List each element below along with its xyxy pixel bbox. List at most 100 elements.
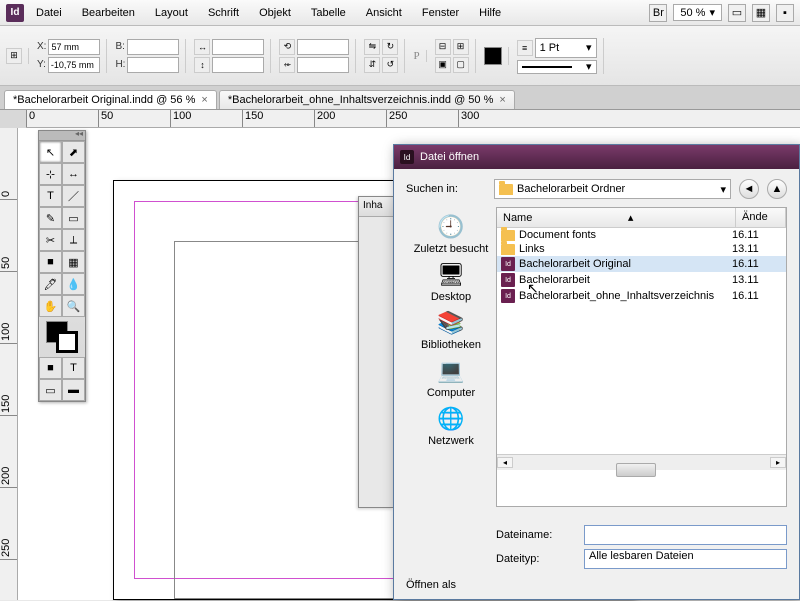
- gradient-swatch-tool[interactable]: ■: [39, 251, 62, 273]
- arrange-icon[interactable]: ▦: [752, 4, 770, 22]
- menu-item[interactable]: Tabelle: [303, 4, 354, 22]
- place-desktop[interactable]: 🖥Desktop: [429, 259, 473, 305]
- wrap-icon[interactable]: ▢: [453, 57, 469, 73]
- align-icon[interactable]: ⊟: [435, 39, 451, 55]
- flip-v-icon[interactable]: ⇵: [364, 57, 380, 73]
- bridge-icon[interactable]: Br: [649, 4, 667, 22]
- h-label: H:: [115, 59, 125, 70]
- wrap-icon[interactable]: ▣: [435, 57, 451, 73]
- flip-h-icon[interactable]: ⇋: [364, 39, 380, 55]
- network-icon: 🌐: [435, 405, 467, 433]
- preview-view[interactable]: ▬: [62, 379, 85, 401]
- gap-tool[interactable]: ↔: [62, 163, 85, 185]
- indd-icon: Id: [501, 273, 515, 287]
- close-icon[interactable]: ×: [499, 94, 505, 106]
- file-list: Name▴ Ände Document fonts16.11Links13.11…: [496, 207, 787, 507]
- line-tool[interactable]: ／: [62, 185, 85, 207]
- place-computer[interactable]: 💻Computer: [425, 355, 477, 401]
- file-row[interactable]: IdBachelorarbeit_ohne_Inhaltsverzeichnis…: [497, 288, 786, 304]
- desktop-icon: 🖥: [435, 261, 467, 289]
- chevron-down-icon: ▾: [709, 6, 715, 19]
- close-icon[interactable]: ×: [201, 94, 207, 106]
- scale-y-icon[interactable]: ↕: [194, 57, 210, 73]
- rectangle-tool[interactable]: ▭: [62, 207, 85, 229]
- scale-x-icon[interactable]: ↔: [194, 39, 210, 55]
- direct-selection-tool[interactable]: ⬈: [62, 141, 85, 163]
- rotate-cw-icon[interactable]: ↻: [382, 39, 398, 55]
- filename-input[interactable]: [584, 525, 787, 545]
- menu-item[interactable]: Objekt: [251, 4, 299, 22]
- folder-icon: [499, 184, 513, 195]
- fill-stroke-swatch[interactable]: [46, 321, 78, 353]
- file-row[interactable]: IdBachelorarbeit Original16.11: [497, 256, 786, 272]
- apply-color[interactable]: ■: [39, 357, 62, 379]
- place-libraries[interactable]: 📚Bibliotheken: [419, 307, 483, 353]
- y-label: Y:: [37, 59, 46, 70]
- stroke-weight-value: 1 Pt: [540, 42, 560, 54]
- apply-text[interactable]: T: [62, 357, 85, 379]
- menu-item[interactable]: Ansicht: [358, 4, 410, 22]
- screen-mode-icon[interactable]: ▭: [728, 4, 746, 22]
- file-row[interactable]: IdBachelorarbeit13.11: [497, 272, 786, 288]
- menu-item[interactable]: Schrift: [200, 4, 247, 22]
- back-button[interactable]: ◄: [739, 179, 759, 199]
- stroke-style-select[interactable]: ▾: [517, 60, 597, 74]
- zoom-select[interactable]: 50 %▾: [673, 4, 722, 21]
- zoom-tool[interactable]: 🔍: [62, 295, 85, 317]
- document-tab[interactable]: *Bachelorarbeit Original.indd @ 56 %×: [4, 90, 217, 109]
- document-tab[interactable]: *Bachelorarbeit_ohne_Inhaltsverzeichnis.…: [219, 90, 515, 109]
- scale-x-input[interactable]: [212, 39, 264, 55]
- menu-item[interactable]: Hilfe: [471, 4, 509, 22]
- document-tabs: *Bachelorarbeit Original.indd @ 56 %× *B…: [0, 86, 800, 110]
- panel-title[interactable]: Inha: [359, 197, 393, 217]
- file-row[interactable]: Document fonts16.11: [497, 228, 786, 242]
- character-icon[interactable]: P: [413, 50, 419, 62]
- free-transform-tool[interactable]: ⟂: [62, 229, 85, 251]
- menu-item[interactable]: Fenster: [414, 4, 467, 22]
- scrollbar-horizontal[interactable]: ◂▸: [497, 454, 786, 470]
- place-recent[interactable]: 🕘Zuletzt besucht: [412, 211, 491, 257]
- filetype-select[interactable]: Alle lesbaren Dateien: [584, 549, 787, 569]
- recent-icon: 🕘: [435, 213, 467, 241]
- place-network[interactable]: 🌐Netzwerk: [426, 403, 476, 449]
- gradient-tool[interactable]: ▦: [62, 251, 85, 273]
- w-input[interactable]: [127, 39, 179, 55]
- normal-view[interactable]: ▭: [39, 379, 62, 401]
- reference-point-icon[interactable]: ⊞: [6, 48, 22, 64]
- w-label: B:: [115, 41, 124, 52]
- panel-collapse[interactable]: [39, 131, 85, 141]
- column-headers[interactable]: Name▴ Ände: [497, 208, 786, 228]
- h-input[interactable]: [127, 57, 179, 73]
- rotate-icon[interactable]: ⟲: [279, 39, 295, 55]
- rotate-ccw-icon[interactable]: ↺: [382, 57, 398, 73]
- up-button[interactable]: ▲: [767, 179, 787, 199]
- x-input[interactable]: [48, 39, 100, 55]
- scale-y-input[interactable]: [212, 57, 264, 73]
- y-input[interactable]: [48, 57, 100, 73]
- indd-icon: Id: [501, 289, 515, 303]
- app-icon: Id: [400, 150, 414, 164]
- file-row[interactable]: Links13.11: [497, 242, 786, 256]
- shear-input[interactable]: [297, 57, 349, 73]
- hand-tool[interactable]: ✋: [39, 295, 62, 317]
- shear-icon[interactable]: ⬰: [279, 57, 295, 73]
- workspace-icon[interactable]: ▪: [776, 4, 794, 22]
- eyedropper-tool[interactable]: 💧: [62, 273, 85, 295]
- dialog-titlebar[interactable]: Id Datei öffnen: [394, 145, 799, 169]
- selection-tool[interactable]: ↖: [39, 141, 62, 163]
- type-tool[interactable]: T: [39, 185, 62, 207]
- menu-item[interactable]: Layout: [147, 4, 196, 22]
- toc-panel: Inha: [358, 196, 393, 508]
- note-tool[interactable]: 🖊: [39, 273, 62, 295]
- menu-item[interactable]: Bearbeiten: [74, 4, 143, 22]
- fill-swatch[interactable]: [484, 47, 502, 65]
- page-tool[interactable]: ⊹: [39, 163, 62, 185]
- pen-tool[interactable]: ✎: [39, 207, 62, 229]
- chevron-down-icon[interactable]: ▾: [586, 41, 592, 54]
- scissors-tool[interactable]: ✂: [39, 229, 62, 251]
- folder-select[interactable]: Bachelorarbeit Ordner ▾: [494, 179, 731, 199]
- app-logo: Id: [6, 4, 24, 22]
- align-icon[interactable]: ⊞: [453, 39, 469, 55]
- menu-item[interactable]: Datei: [28, 4, 70, 22]
- rotate-input[interactable]: [297, 39, 349, 55]
